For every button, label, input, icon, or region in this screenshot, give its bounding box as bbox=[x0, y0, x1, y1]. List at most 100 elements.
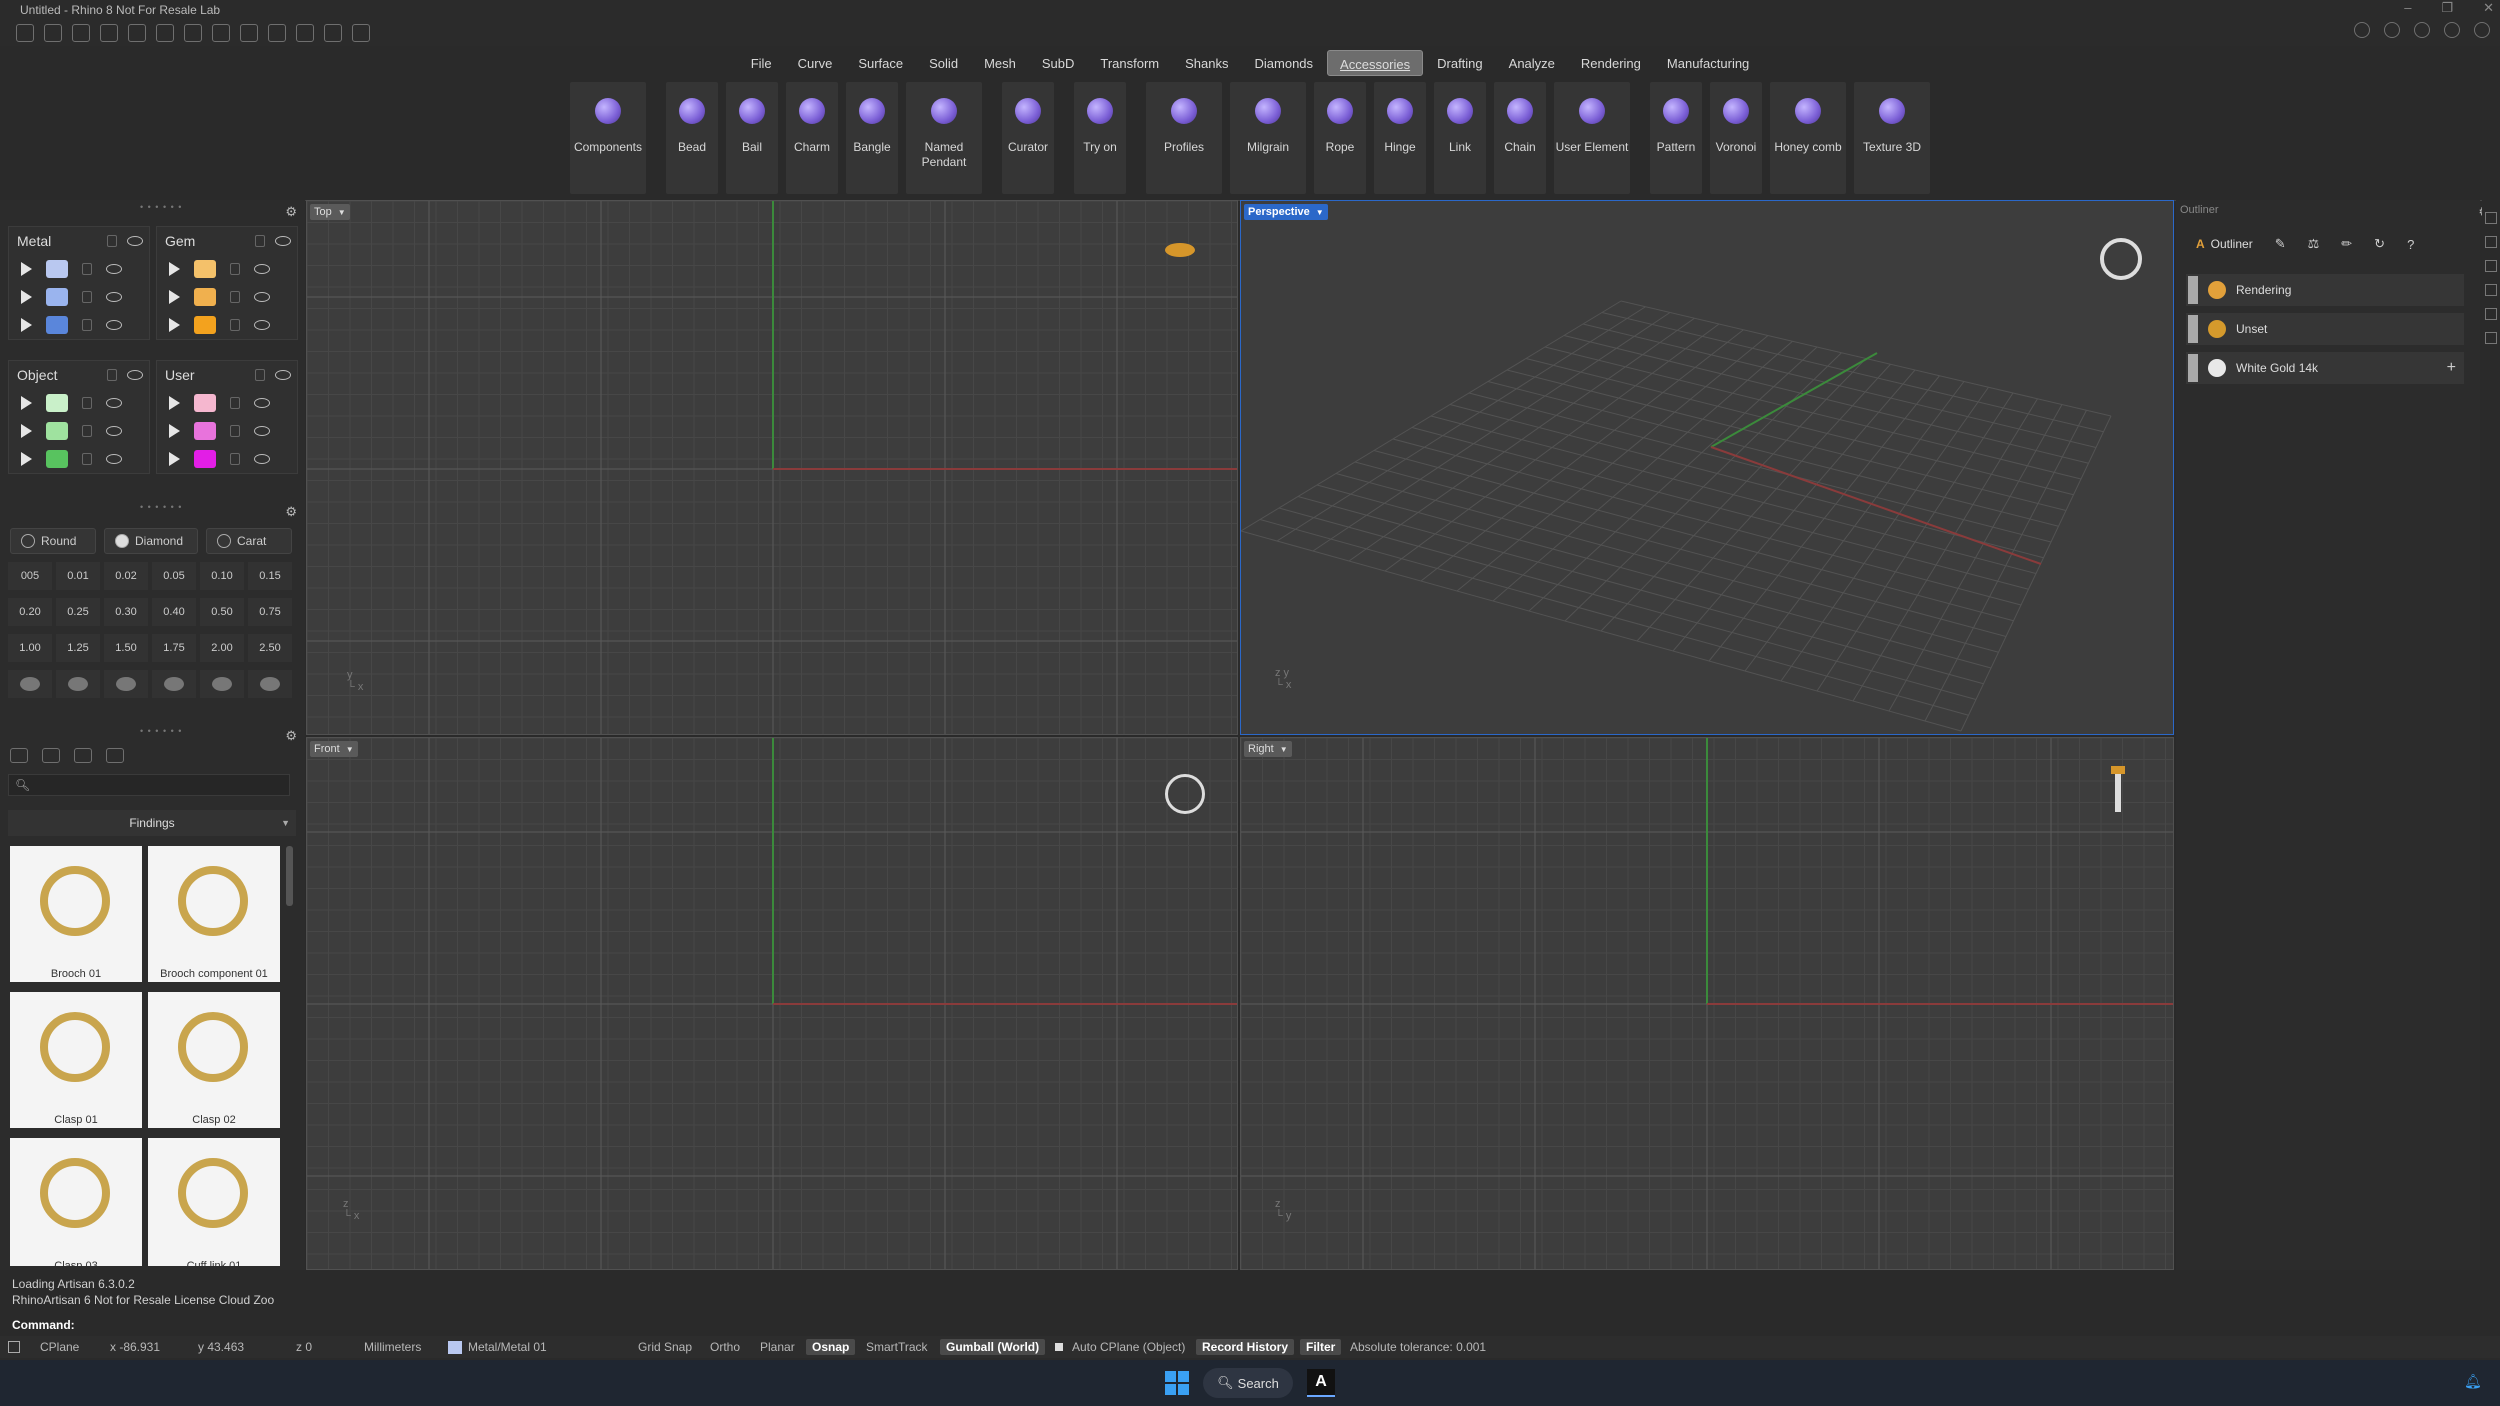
menu-subd[interactable]: SubD bbox=[1030, 50, 1087, 76]
library-folder-icon[interactable] bbox=[10, 748, 28, 763]
lock-icon[interactable] bbox=[82, 263, 92, 275]
menu-transform[interactable]: Transform bbox=[1088, 50, 1171, 76]
undo-icon[interactable] bbox=[128, 24, 146, 42]
ribbon-hinge-button[interactable]: Hinge bbox=[1374, 82, 1426, 194]
viewport-label-perspective[interactable]: Perspective ▼ bbox=[1244, 204, 1328, 220]
panel-toggle-icon[interactable] bbox=[8, 1341, 20, 1353]
smarttrack-toggle[interactable]: SmartTrack bbox=[866, 1340, 928, 1354]
lock-icon[interactable] bbox=[230, 291, 240, 303]
eye-icon[interactable] bbox=[106, 454, 122, 464]
save-as-icon[interactable] bbox=[212, 24, 230, 42]
round-button[interactable]: Round bbox=[10, 528, 96, 554]
ribbon-chain-button[interactable]: Chain bbox=[1494, 82, 1546, 194]
viewport-perspective[interactable]: Perspective ▼ z y └ x bbox=[1240, 200, 2174, 735]
ribbon-curator-button[interactable]: Curator bbox=[1002, 82, 1054, 194]
ribbon-pattern-button[interactable]: Pattern bbox=[1650, 82, 1702, 194]
lock-icon[interactable] bbox=[82, 319, 92, 331]
menu-surface[interactable]: Surface bbox=[846, 50, 915, 76]
layer-color-swatch[interactable] bbox=[46, 288, 68, 306]
eye-icon[interactable] bbox=[254, 426, 270, 436]
panel-grip[interactable]: • • • • • • bbox=[140, 726, 182, 736]
ribbon-bead-button[interactable]: Bead bbox=[666, 82, 718, 194]
menu-manufacturing[interactable]: Manufacturing bbox=[1655, 50, 1761, 76]
play-icon[interactable] bbox=[169, 318, 180, 332]
menu-shanks[interactable]: Shanks bbox=[1173, 50, 1240, 76]
eye-icon[interactable] bbox=[127, 236, 143, 246]
planar-toggle[interactable]: Planar bbox=[760, 1340, 795, 1354]
notification-icon[interactable]: 🔔︎ bbox=[2464, 1373, 2482, 1389]
refresh-icon[interactable]: ↻ bbox=[2374, 236, 2385, 252]
viewport-label-right[interactable]: Right ▼ bbox=[1244, 741, 1292, 757]
library-item[interactable]: Cuff link 01 bbox=[148, 1138, 280, 1266]
gem-shape-button[interactable] bbox=[200, 670, 244, 698]
play-icon[interactable] bbox=[21, 290, 32, 304]
restore-icon[interactable]: ❐ bbox=[2441, 0, 2453, 16]
eye-icon[interactable] bbox=[254, 292, 270, 302]
gem-size-button[interactable]: 1.75 bbox=[152, 634, 196, 662]
ribbon-honeycomb-button[interactable]: Honey comb bbox=[1770, 82, 1846, 194]
play-icon[interactable] bbox=[169, 452, 180, 466]
gear-icon[interactable]: ⚙ bbox=[285, 204, 297, 220]
gem-shape-button[interactable] bbox=[8, 670, 52, 698]
transform-icon[interactable] bbox=[296, 24, 314, 42]
render-icon[interactable] bbox=[2485, 332, 2497, 344]
gem-size-button[interactable]: 0.75 bbox=[248, 598, 292, 626]
lock-icon[interactable] bbox=[82, 397, 92, 409]
artisan-app-icon[interactable]: A bbox=[1307, 1369, 1335, 1397]
eye-icon[interactable] bbox=[106, 264, 122, 274]
windows-start-icon[interactable] bbox=[1165, 1371, 1189, 1395]
menu-rendering[interactable]: Rendering bbox=[1569, 50, 1653, 76]
lock-icon[interactable] bbox=[82, 425, 92, 437]
help-icon[interactable]: ? bbox=[2407, 237, 2414, 252]
close-icon[interactable]: ✕ bbox=[2483, 0, 2494, 16]
viewport-label-top[interactable]: Top ▼ bbox=[310, 204, 350, 220]
library-grid-icon[interactable] bbox=[106, 748, 124, 763]
units-label[interactable]: Millimeters bbox=[364, 1340, 421, 1354]
lock-icon[interactable] bbox=[230, 397, 240, 409]
eye-icon[interactable] bbox=[254, 264, 270, 274]
grid-snap-toggle[interactable]: Grid Snap bbox=[638, 1340, 692, 1354]
ring-object-top[interactable] bbox=[1165, 243, 1195, 257]
layer-color-swatch[interactable] bbox=[194, 288, 216, 306]
layer-color-swatch[interactable] bbox=[194, 394, 216, 412]
eye-icon[interactable] bbox=[106, 320, 122, 330]
play-icon[interactable] bbox=[169, 396, 180, 410]
gem-size-button[interactable]: 1.50 bbox=[104, 634, 148, 662]
library-import-icon[interactable] bbox=[74, 748, 92, 763]
material-row[interactable]: White Gold 14k + bbox=[2186, 352, 2464, 384]
layer-color-swatch[interactable] bbox=[194, 316, 216, 334]
layer-row[interactable] bbox=[9, 255, 149, 283]
layer-color-swatch[interactable] bbox=[194, 450, 216, 468]
library-item[interactable]: Brooch component 01 bbox=[148, 846, 280, 982]
minimize-icon[interactable]: – bbox=[2404, 0, 2411, 16]
menu-analyze[interactable]: Analyze bbox=[1497, 50, 1567, 76]
viewport-label-front[interactable]: Front ▼ bbox=[310, 741, 358, 757]
layer-color-swatch[interactable] bbox=[46, 316, 68, 334]
command-line[interactable]: Command: bbox=[0, 1318, 2500, 1336]
ring-object-front[interactable] bbox=[1165, 774, 1205, 814]
gem-size-button[interactable]: 0.05 bbox=[152, 562, 196, 590]
auto-cplane-toggle[interactable]: Auto CPlane (Object) bbox=[1072, 1340, 1185, 1354]
eye-icon[interactable] bbox=[275, 236, 291, 246]
eye-icon[interactable] bbox=[254, 320, 270, 330]
eye-icon[interactable] bbox=[106, 426, 122, 436]
layer-row[interactable] bbox=[157, 311, 297, 339]
library-item[interactable]: Brooch 01 bbox=[10, 846, 142, 982]
account-icon[interactable] bbox=[2474, 22, 2490, 38]
settings-icon[interactable] bbox=[2354, 22, 2370, 38]
gem-size-button[interactable]: 0.30 bbox=[104, 598, 148, 626]
ribbon-texture-3d-button[interactable]: Texture 3D bbox=[1854, 82, 1930, 194]
layer-color-swatch[interactable] bbox=[194, 260, 216, 278]
gem-size-button[interactable]: 0.25 bbox=[56, 598, 100, 626]
scale-icon[interactable]: ⚖ bbox=[2308, 236, 2320, 252]
copy-icon[interactable] bbox=[240, 24, 258, 42]
gem-size-button[interactable]: 0.40 bbox=[152, 598, 196, 626]
checkbox-icon[interactable] bbox=[1055, 1343, 1063, 1351]
eye-icon[interactable] bbox=[254, 454, 270, 464]
play-icon[interactable] bbox=[21, 452, 32, 466]
diamond-button[interactable]: Diamond bbox=[104, 528, 198, 554]
menu-mesh[interactable]: Mesh bbox=[972, 50, 1028, 76]
layer-row[interactable] bbox=[157, 389, 297, 417]
artisan-icon[interactable] bbox=[2485, 236, 2497, 248]
carat-button[interactable]: Carat bbox=[206, 528, 292, 554]
